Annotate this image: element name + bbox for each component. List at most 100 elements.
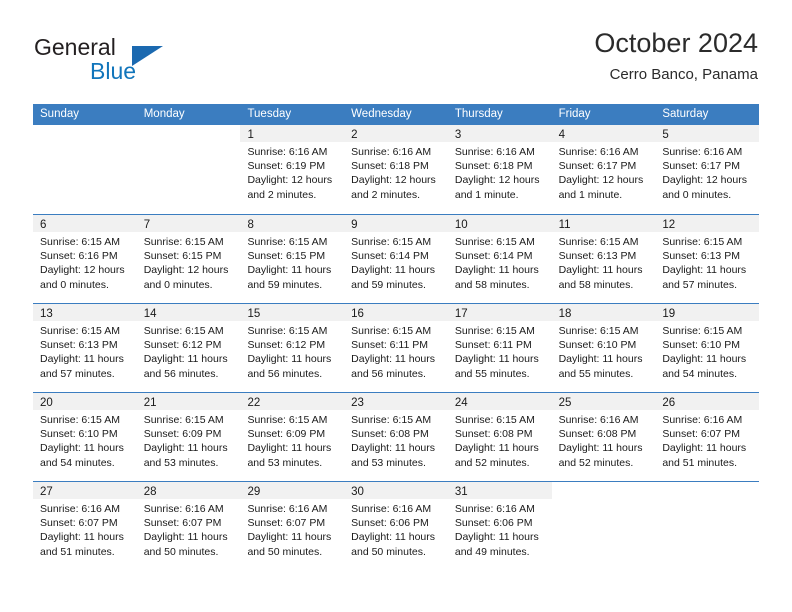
day-number-bar: 27 [33,482,137,499]
sunset-text: Sunset: 6:17 PM [662,160,740,173]
weekday-header-wednesday: Wednesday [351,108,412,120]
day-details: Sunrise: 6:16 AM Sunset: 6:19 PM Daylight:… [240,142,344,202]
day-cell-20[interactable]: 20 Sunrise: 6:15 AM Sunset: 6:10 PM Dayligh… [33,393,137,481]
day-number-bar: 13 [33,304,137,321]
daylight-text: Daylight: 12 hours [351,174,436,187]
day-cell-5[interactable]: 5 Sunrise: 6:16 AM Sunset: 6:17 PM Daylight… [655,125,760,214]
day-number: 31 [454,486,468,498]
week-row: 13 Sunrise: 6:15 AM Sunset: 6:13 PM Dayligh… [33,303,760,392]
daylight-text: and 56 minutes. [143,367,219,380]
day-cell-1[interactable]: 1 Sunrise: 6:16 AM Sunset: 6:19 PM Daylight… [240,125,345,214]
sunrise-text: Sunrise: 6:16 AM [558,414,639,426]
daylight-text: Daylight: 11 hours [247,264,332,277]
sunset-text: Sunset: 6:06 PM [454,517,533,530]
day-cell-3[interactable]: 3 Sunrise: 6:16 AM Sunset: 6:18 PM Daylight… [447,125,552,214]
daylight-text: Daylight: 11 hours [558,353,643,366]
sunset-text: Sunset: 6:10 PM [558,339,637,352]
day-number-bar: 3 [447,125,552,142]
day-cell-6[interactable]: 6 Sunrise: 6:15 AM Sunset: 6:16 PM Daylight… [33,215,137,303]
weekday-header-tuesday: Tuesday [247,108,292,120]
day-cell-17[interactable]: 17 Sunrise: 6:15 AM Sunset: 6:11 PM Dayligh… [447,304,552,392]
daylight-text: and 49 minutes. [454,545,530,558]
daylight-text: Daylight: 12 hours [558,174,644,187]
day-cell-2[interactable]: 2 Sunrise: 6:16 AM Sunset: 6:18 PM Daylight… [344,125,448,214]
daylight-text: and 53 minutes. [143,456,219,469]
day-cell-16[interactable]: 16 Sunrise: 6:15 AM Sunset: 6:11 PM Dayligh… [344,304,448,392]
day-cell-9[interactable]: 9 Sunrise: 6:15 AM Sunset: 6:14 PM Daylight… [344,215,448,303]
daylight-text: Daylight: 12 hours [40,264,125,277]
week-row: 27 Sunrise: 6:16 AM Sunset: 6:07 PM Dayligh… [33,481,760,570]
day-cell-12[interactable]: 12 Sunrise: 6:15 AM Sunset: 6:13 PM Dayligh… [655,215,760,303]
title-block: October 2024 Cerro Banco, Panama [594,26,758,86]
day-number: 29 [247,486,261,498]
day-cell-7[interactable]: 7 Sunrise: 6:15 AM Sunset: 6:15 PM Daylight… [136,215,241,303]
sunset-text: Sunset: 6:10 PM [40,428,118,441]
day-number: 1 [247,129,254,141]
day-number-bar: 4 [551,125,656,142]
day-cell-27[interactable]: 27 Sunrise: 6:16 AM Sunset: 6:07 PM Dayligh… [33,482,137,570]
day-cell-14[interactable]: 14 Sunrise: 6:15 AM Sunset: 6:12 PM Dayligh… [136,304,241,392]
day-cell-empty [33,125,137,214]
sunrise-text: Sunrise: 6:15 AM [454,236,535,248]
sunset-text: Sunset: 6:09 PM [247,428,326,441]
day-details: Sunrise: 6:15 AM Sunset: 6:13 PM Daylight:… [33,321,137,381]
day-cell-23[interactable]: 23 Sunrise: 6:15 AM Sunset: 6:08 PM Dayligh… [344,393,448,481]
day-number-bar [33,125,137,142]
daylight-text: Daylight: 11 hours [558,442,643,455]
day-cell-21[interactable]: 21 Sunrise: 6:15 AM Sunset: 6:09 PM Dayligh… [136,393,241,481]
daylight-text: Daylight: 11 hours [662,353,747,366]
sunrise-text: Sunrise: 6:15 AM [40,236,120,248]
day-cell-25[interactable]: 25 Sunrise: 6:16 AM Sunset: 6:08 PM Dayligh… [551,393,656,481]
day-number-bar [655,482,760,499]
day-cell-10[interactable]: 10 Sunrise: 6:15 AM Sunset: 6:14 PM Dayligh… [447,215,552,303]
sunset-text: Sunset: 6:16 PM [40,250,118,263]
day-cell-15[interactable]: 15 Sunrise: 6:15 AM Sunset: 6:12 PM Dayligh… [240,304,345,392]
daylight-text: Daylight: 11 hours [40,442,124,455]
day-number: 12 [662,219,676,231]
day-number-bar [136,125,241,142]
week-row: 20 Sunrise: 6:15 AM Sunset: 6:10 PM Dayligh… [33,392,760,481]
day-cell-22[interactable]: 22 Sunrise: 6:15 AM Sunset: 6:09 PM Dayligh… [240,393,345,481]
day-cell-30[interactable]: 30 Sunrise: 6:16 AM Sunset: 6:06 PM Dayligh… [344,482,448,570]
day-details: Sunrise: 6:15 AM Sunset: 6:12 PM Daylight:… [137,321,241,381]
day-cell-4[interactable]: 4 Sunrise: 6:16 AM Sunset: 6:17 PM Daylight… [551,125,656,214]
day-cell-8[interactable]: 8 Sunrise: 6:15 AM Sunset: 6:15 PM Daylight… [240,215,345,303]
week-row: 6 Sunrise: 6:15 AM Sunset: 6:16 PM Daylight… [33,214,760,303]
day-number-bar [551,482,656,499]
day-number: 17 [454,308,468,320]
day-cell-19[interactable]: 19 Sunrise: 6:15 AM Sunset: 6:10 PM Dayligh… [655,304,760,392]
day-number: 24 [454,397,468,409]
sunset-text: Sunset: 6:13 PM [40,339,118,352]
daylight-text: and 0 minutes. [662,188,732,201]
day-cell-28[interactable]: 28 Sunrise: 6:16 AM Sunset: 6:07 PM Dayligh… [136,482,241,570]
day-cell-11[interactable]: 11 Sunrise: 6:15 AM Sunset: 6:13 PM Dayligh… [551,215,656,303]
weekday-header-saturday: Saturday [662,108,709,120]
daylight-text: and 50 minutes. [351,545,426,558]
page-subtitle: Cerro Banco, Panama [609,66,758,83]
day-cell-13[interactable]: 13 Sunrise: 6:15 AM Sunset: 6:13 PM Dayligh… [33,304,137,392]
day-number-bar: 9 [344,215,448,232]
day-number: 25 [558,397,572,409]
sunset-text: Sunset: 6:08 PM [454,428,533,441]
sunset-text: Sunset: 6:07 PM [40,517,118,530]
sunrise-text: Sunrise: 6:15 AM [351,236,432,248]
day-details: Sunrise: 6:16 AM Sunset: 6:07 PM Daylight:… [655,410,759,470]
day-cell-26[interactable]: 26 Sunrise: 6:16 AM Sunset: 6:07 PM Dayligh… [655,393,760,481]
day-cell-24[interactable]: 24 Sunrise: 6:15 AM Sunset: 6:08 PM Dayligh… [447,393,552,481]
daylight-text: Daylight: 11 hours [247,353,332,366]
daylight-text: and 50 minutes. [143,545,219,558]
day-number-bar: 8 [240,215,345,232]
day-number: 4 [558,129,565,141]
daylight-text: and 50 minutes. [247,545,323,558]
sunrise-text: Sunrise: 6:15 AM [143,414,224,426]
daylight-text: Daylight: 12 hours [662,174,747,187]
daylight-text: Daylight: 11 hours [247,442,332,455]
sunset-text: Sunset: 6:18 PM [351,160,429,173]
weekday-header-thursday: Thursday [454,108,503,120]
day-cell-18[interactable]: 18 Sunrise: 6:15 AM Sunset: 6:10 PM Dayligh… [551,304,656,392]
day-cell-29[interactable]: 29 Sunrise: 6:16 AM Sunset: 6:07 PM Dayligh… [240,482,345,570]
sunrise-text: Sunrise: 6:16 AM [351,503,432,515]
daylight-text: and 53 minutes. [247,456,323,469]
day-cell-31[interactable]: 31 Sunrise: 6:16 AM Sunset: 6:06 PM Dayligh… [447,482,552,570]
day-details [33,142,137,145]
